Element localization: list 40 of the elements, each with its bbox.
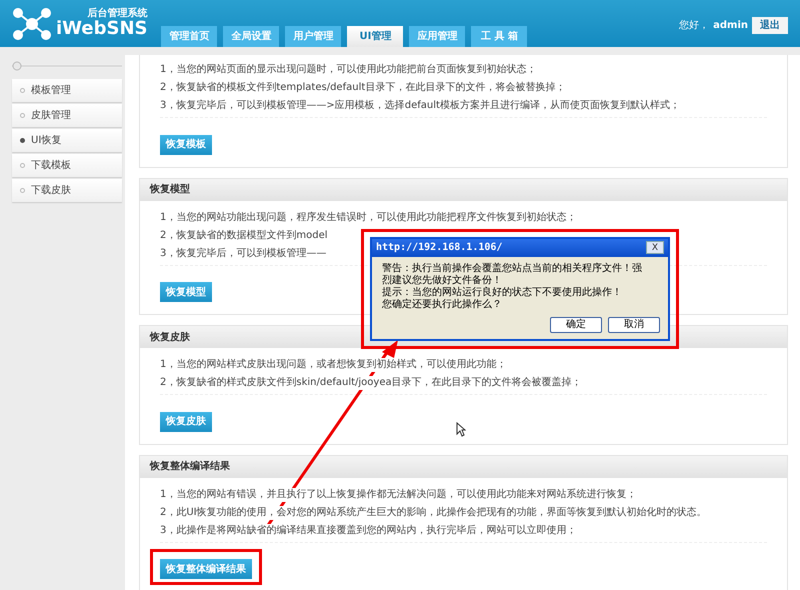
dialog-message: 提示：当您的网站运行良好的状态下不要使用此操作！	[382, 286, 623, 298]
dialog-message: 警告：执行当前操作会覆盖您站点当前的相关程序文件！强	[382, 262, 643, 274]
nav-tab[interactable]: 全局设置	[223, 26, 280, 47]
dialog-message: 您确定还要执行此操作么？	[382, 298, 503, 310]
logo-subtitle: 后台管理系统	[87, 8, 148, 19]
restore-button[interactable]: 恢复模型	[160, 282, 212, 302]
dialog-message: 烈建议您先做好文件备份！	[382, 274, 503, 286]
sidebar-label: 下载皮肤	[31, 184, 71, 198]
section-header: 恢复模型	[140, 178, 787, 200]
logo-title: iWebSNS	[56, 19, 148, 39]
dialog-button[interactable]: 取消	[608, 316, 660, 332]
user-name: admin	[713, 19, 748, 33]
sidebar-item[interactable]: 下载模板	[12, 154, 122, 177]
restore-button[interactable]: 恢复模板	[160, 134, 212, 154]
sidebar-label: 模板管理	[31, 84, 71, 98]
nav-tab[interactable]: 用户管理	[285, 26, 342, 47]
cursor-icon	[456, 422, 466, 437]
logout-button[interactable]: 退出	[752, 17, 788, 34]
sidebar-item[interactable]: UI恢复	[12, 129, 122, 152]
sidebar-item[interactable]: 模板管理	[12, 79, 122, 102]
sidebar-label: 皮肤管理	[31, 108, 71, 123]
network-logo-icon	[12, 6, 52, 40]
sidebar-item[interactable]: 皮肤管理	[12, 104, 122, 127]
nav-tab[interactable]: 管理首页	[161, 26, 218, 47]
instruction-text: 3，恢复完毕后，可以到模板管理——	[160, 246, 326, 260]
close-button[interactable]: X	[646, 241, 664, 254]
nav-tab[interactable]: UI管理	[347, 26, 404, 47]
restore-button[interactable]: 恢复整体编译结果	[160, 559, 252, 579]
restore-button[interactable]: 恢复皮肤	[160, 412, 212, 432]
instruction-text: 2，恢复缺省的数据模型文件到model	[160, 228, 328, 242]
slider-icon	[12, 61, 122, 71]
sidebar-label: 下载模板	[31, 158, 71, 173]
nav-tab[interactable]: 工 具 箱	[471, 26, 528, 47]
dialog-title: http://192.168.1.106/	[376, 241, 502, 255]
nav-tab[interactable]: 应用管理	[409, 26, 466, 47]
section-header: 恢复整体编译结果	[140, 456, 787, 478]
sidebar-label: UI恢复	[31, 134, 62, 148]
dialog-button[interactable]: 确定	[550, 316, 602, 332]
sidebar-item[interactable]: 下载皮肤	[12, 179, 122, 202]
greeting-text: 您好，	[679, 19, 710, 33]
